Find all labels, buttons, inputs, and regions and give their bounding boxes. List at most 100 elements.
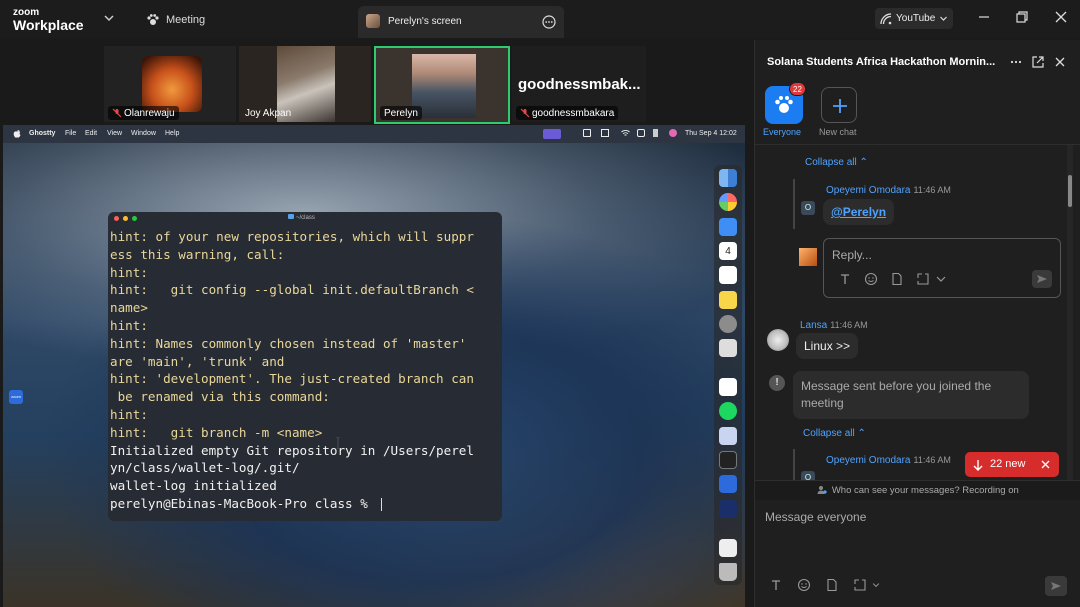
- screenshot-icon[interactable]: [853, 578, 867, 592]
- terminal-window[interactable]: ~/class hint: of your new repositories, …: [108, 212, 502, 521]
- chevron-down-icon: [940, 16, 948, 21]
- terminal-line: hint: git config --global init.defaultBr…: [110, 282, 474, 298]
- meeting-button[interactable]: Meeting: [146, 12, 205, 28]
- status-icon: [601, 129, 609, 137]
- new-chat-button[interactable]: [821, 87, 857, 123]
- pop-out-icon[interactable]: [1031, 55, 1045, 69]
- calendar-icon[interactable]: 4: [719, 242, 737, 260]
- info-icon: !: [769, 375, 785, 391]
- zoom-app-icon[interactable]: [719, 475, 737, 493]
- collapse-all-link[interactable]: Collapse all ⌃: [803, 428, 866, 439]
- mic-off-icon: [112, 108, 122, 118]
- participant-tile[interactable]: Joy Akpan: [239, 46, 371, 122]
- avatar: O: [801, 201, 815, 215]
- more-options-icon[interactable]: [542, 15, 556, 29]
- text-format-icon[interactable]: [769, 578, 783, 592]
- status-icon: [653, 129, 658, 137]
- message-author: Opeyemi Omodara 11:46 AM: [826, 455, 951, 466]
- participant-tile-active-speaker[interactable]: Perelyn: [374, 46, 510, 124]
- finder-icon[interactable]: [719, 169, 737, 187]
- message-author: Opeyemi Omodara 11:46 AM: [826, 185, 951, 196]
- more-options-icon[interactable]: [1009, 55, 1023, 69]
- notes-icon[interactable]: [719, 291, 737, 309]
- terminal-line: hint: 'development'. The just-created br…: [110, 371, 474, 387]
- mail-icon[interactable]: [719, 218, 737, 236]
- chat-title: Solana Students Africa Hackathon Mornin.…: [767, 56, 996, 68]
- zoom-top-bar: zoom Workplace Meeting Perelyn's screen …: [0, 0, 1080, 38]
- app-icon[interactable]: [719, 539, 737, 557]
- new-messages-count: 22 new: [990, 458, 1026, 470]
- message-author: Lansa 11:46 AM: [800, 320, 868, 331]
- audio-source-dropdown[interactable]: YouTube: [875, 8, 953, 29]
- app-icon[interactable]: [719, 427, 737, 445]
- terminal-line: hint: git branch -m <name>: [110, 424, 323, 440]
- text-format-icon[interactable]: [838, 272, 852, 286]
- close-icon[interactable]: [1053, 55, 1067, 69]
- message-bubble[interactable]: Linux >>: [796, 333, 859, 359]
- spotify-icon[interactable]: [719, 402, 737, 420]
- send-reply-button[interactable]: [1032, 270, 1052, 288]
- zoom-workplace-logo[interactable]: zoom Workplace: [13, 8, 84, 33]
- chevron-down-icon[interactable]: [934, 272, 948, 286]
- scrollbar-thumb[interactable]: [1068, 175, 1072, 207]
- new-messages-pill[interactable]: 22 new: [965, 452, 1059, 477]
- arrow-down-icon: [973, 460, 983, 471]
- terminal-app-icon[interactable]: [719, 500, 737, 518]
- message-bubble[interactable]: @Perelyn: [823, 199, 895, 225]
- terminal-line: yn/class/wallet-log/.git/: [110, 460, 300, 476]
- file-icon[interactable]: [890, 272, 904, 286]
- textedit-icon[interactable]: [719, 451, 737, 469]
- control-center-icon: [637, 129, 645, 137]
- folder-icon: [288, 214, 294, 219]
- mac-dock: 4: [714, 165, 742, 585]
- zoom-desktop-icon[interactable]: zoom: [9, 390, 23, 404]
- minimize-icon[interactable]: [977, 10, 991, 24]
- message-visibility-notice[interactable]: Who can see your messages? Recording on: [755, 480, 1080, 500]
- send-button[interactable]: [1045, 576, 1067, 596]
- settings-icon[interactable]: [719, 315, 737, 333]
- chevron-down-icon[interactable]: [871, 580, 881, 590]
- photos-icon[interactable]: [719, 193, 737, 211]
- terminal-title: ~/class: [288, 214, 315, 221]
- message-time: 11:46 AM: [913, 455, 951, 465]
- file-icon[interactable]: [825, 578, 839, 592]
- participant-tile[interactable]: Olanrewaju: [104, 46, 236, 122]
- avatar: [799, 248, 817, 266]
- message-time: 11:46 AM: [913, 185, 951, 195]
- chat-messages[interactable]: Collapse all ⌃ Opeyemi Omodara 11:46 AM O…: [755, 145, 1071, 485]
- notion-icon[interactable]: [719, 378, 737, 396]
- ibeam-cursor-icon: [336, 437, 340, 449]
- chevron-down-icon[interactable]: [103, 12, 115, 24]
- everyone-label: Everyone: [763, 127, 802, 137]
- app-icon[interactable]: [719, 339, 737, 357]
- participant-tile[interactable]: goodnessmbak... goodnessmbakara: [512, 46, 646, 122]
- screenshot-icon[interactable]: [916, 272, 930, 286]
- minimize-window-button[interactable]: [123, 216, 128, 221]
- participant-name-tag: goodnessmbakara: [516, 106, 619, 120]
- send-icon: [1037, 275, 1047, 283]
- system-message: Message sent before you joined the meeti…: [793, 371, 1029, 419]
- close-icon[interactable]: [1041, 460, 1050, 469]
- terminal-prompt-line[interactable]: perelyn@Ebinas-MacBook-Pro class %: [110, 495, 502, 513]
- reminders-icon[interactable]: [719, 266, 737, 284]
- terminal-output[interactable]: hint: of your new repositories, which wi…: [110, 228, 502, 513]
- send-icon: [1051, 582, 1061, 590]
- emoji-icon[interactable]: [864, 272, 878, 286]
- close-icon[interactable]: [1054, 10, 1068, 24]
- apple-icon: [13, 130, 21, 138]
- shared-screen[interactable]: Ghostty File Edit View Window Help Thu S…: [3, 125, 745, 607]
- reply-input[interactable]: Reply...: [823, 238, 1061, 298]
- collapse-all-link[interactable]: Collapse all ⌃: [805, 157, 868, 168]
- mention-link[interactable]: @Perelyn: [831, 205, 886, 219]
- restore-icon[interactable]: [1015, 10, 1029, 24]
- message-input[interactable]: Message everyone: [765, 510, 866, 524]
- zoom-window-button[interactable]: [132, 216, 137, 221]
- trash-icon[interactable]: [719, 563, 737, 581]
- mac-menubar: Ghostty File Edit View Window Help Thu S…: [3, 125, 745, 143]
- mic-off-icon: [520, 108, 530, 118]
- terminal-prompt: perelyn@Ebinas-MacBook-Pro class %: [110, 495, 376, 511]
- emoji-icon[interactable]: [797, 578, 811, 592]
- shared-screen-tab[interactable]: Perelyn's screen: [358, 6, 564, 38]
- terminal-line: hint:: [110, 406, 148, 422]
- close-window-button[interactable]: [114, 216, 119, 221]
